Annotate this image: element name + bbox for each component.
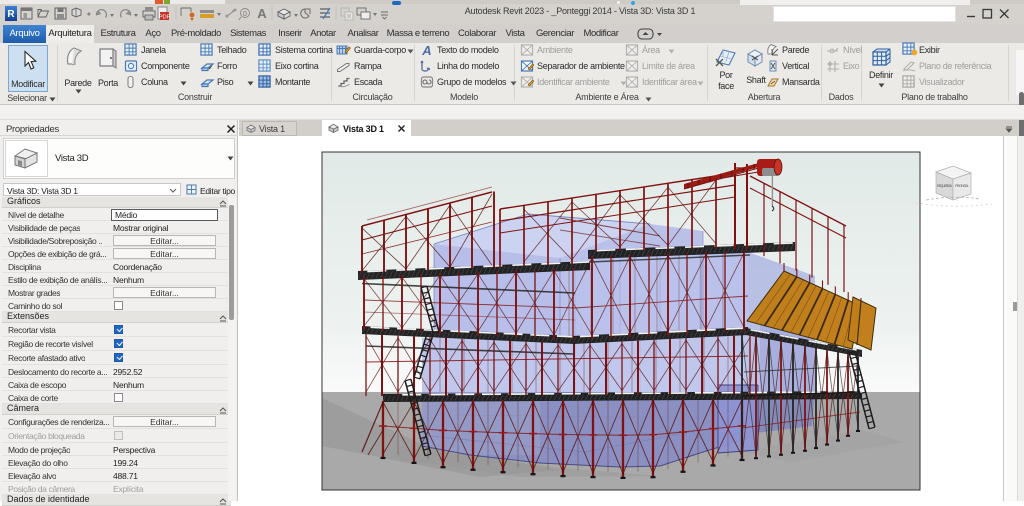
svg-text:FRONTAL: FRONTAL (955, 183, 970, 188)
svg-text:ESQUERDA: ESQUERDA (937, 183, 952, 188)
